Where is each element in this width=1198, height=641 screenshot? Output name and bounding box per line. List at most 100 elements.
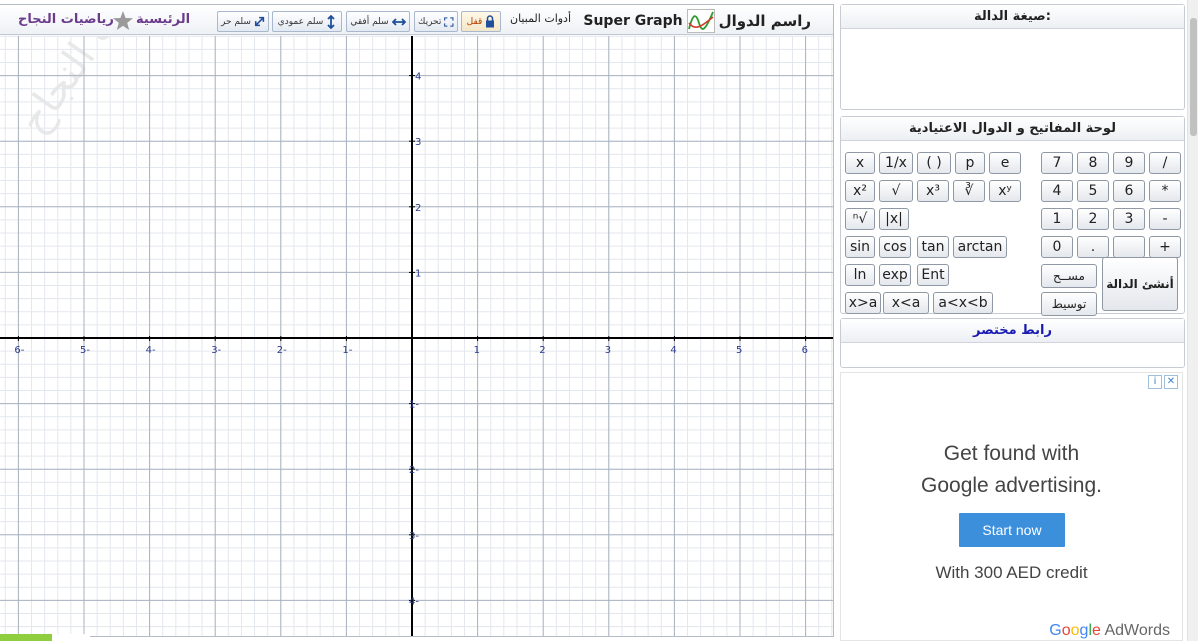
number-key[interactable]: 6: [1113, 180, 1145, 202]
function-key[interactable]: ∛: [953, 180, 985, 202]
number-key[interactable]: 5: [1077, 180, 1109, 202]
lock-label: قفل: [466, 16, 483, 27]
number-key[interactable]: /: [1149, 152, 1181, 174]
number-key[interactable]: 1: [1041, 208, 1073, 230]
x-tick-label: 2-: [277, 345, 287, 356]
formula-display[interactable]: [841, 29, 1184, 109]
y-tick-label: 4: [415, 72, 421, 83]
function-key[interactable]: x>a: [845, 292, 881, 314]
x-tick-label: 2: [539, 345, 545, 356]
function-key[interactable]: exp: [879, 264, 911, 286]
y-tick-label: 1: [415, 268, 421, 279]
function-key[interactable]: ⁿ√: [845, 208, 875, 230]
horizontal-arrow-icon: [391, 17, 406, 26]
lock-icon: [486, 15, 495, 28]
app-brand: Super Graph راسم الدوال: [583, 9, 811, 33]
x-tick-label: 1: [474, 345, 480, 356]
number-key[interactable]: 9: [1113, 152, 1145, 174]
google-wordmark: Google: [1049, 622, 1101, 639]
function-key[interactable]: ln: [845, 264, 875, 286]
number-key[interactable]: 4: [1041, 180, 1073, 202]
function-key[interactable]: √: [879, 180, 913, 202]
home-link[interactable]: الرئيسية: [136, 12, 190, 27]
number-key[interactable]: *: [1149, 180, 1181, 202]
coordinate-grid: 6- 5- 4- 3- 2- 1- 1 2 3 4 5 6 4 3 2 1 1- 2- 3- 4-: [0, 36, 833, 636]
app-root: رياضيات النجاح الرئيسية سلم حر سلم عمودي…: [0, 0, 1198, 641]
function-key[interactable]: a<x<b: [933, 292, 993, 314]
y-tick-label: 4-: [409, 596, 419, 607]
function-key[interactable]: tan: [917, 236, 949, 258]
function-key[interactable]: 1/x: [879, 152, 913, 174]
clear-button[interactable]: مســح: [1041, 264, 1097, 288]
number-key[interactable]: 3: [1113, 208, 1145, 230]
number-key[interactable]: 2: [1077, 208, 1109, 230]
x-tick-label: 4: [670, 345, 676, 356]
number-key[interactable]: 0: [1041, 236, 1073, 258]
function-key[interactable]: sin: [845, 236, 875, 258]
x-tick-label: 3-: [211, 345, 221, 356]
horizontal-scale-label: سلم أفقي: [350, 16, 389, 27]
free-scale-label: سلم حر: [221, 16, 251, 27]
keypad-panel-title: لوحة المفاتيح و الدوال الاعتيادية: [841, 117, 1184, 141]
number-key[interactable]: +: [1149, 236, 1181, 258]
graph-tools-label: أدوات المبيان: [510, 12, 572, 25]
vertical-scale-button[interactable]: سلم عمودي: [272, 11, 342, 32]
x-tick-label: 6: [802, 345, 808, 356]
bottom-ad-bar: [0, 634, 52, 641]
move-button[interactable]: تحريك: [414, 11, 458, 32]
function-key[interactable]: p: [955, 152, 985, 174]
short-link-panel: رابط مختصر: [840, 318, 1185, 368]
adwords-logo: Google AdWords: [1049, 622, 1170, 640]
expand-icon: [444, 16, 454, 27]
brand-english: Super Graph: [583, 13, 683, 29]
short-link-title[interactable]: رابط مختصر: [841, 319, 1184, 343]
lock-button[interactable]: قفل: [461, 11, 501, 32]
function-key[interactable]: |x|: [879, 208, 909, 230]
formula-panel-title: صيغة الدالة:: [841, 5, 1184, 29]
scrollbar-thumb[interactable]: [1190, 18, 1197, 136]
site-link[interactable]: رياضيات النجاح: [18, 12, 114, 27]
x-tick-label: 4-: [146, 345, 156, 356]
function-key[interactable]: x: [845, 152, 875, 174]
ad-start-button[interactable]: Start now: [959, 513, 1065, 547]
page-scrollbar[interactable]: [1187, 0, 1198, 641]
function-key[interactable]: x²: [845, 180, 875, 202]
x-tick-label: 1-: [342, 345, 352, 356]
y-tick-label: 2-: [409, 465, 419, 476]
function-key[interactable]: ( ): [917, 152, 951, 174]
bottom-ad-strip: [0, 634, 90, 641]
ad-headline-line-2: Google advertising.: [921, 474, 1102, 497]
create-function-button[interactable]: أنشئ الدالة: [1102, 257, 1178, 311]
ad-credit-text: With 300 AED credit: [935, 563, 1088, 582]
function-key[interactable]: x³: [917, 180, 949, 202]
function-key[interactable]: x<a: [883, 292, 929, 314]
keypad-body: x 1/x( ) p e x² √ x³ ∛ xʸ ⁿ√ |x| sin cos tan arctan ln e…: [841, 141, 1184, 316]
y-tick-label: 1-: [409, 400, 419, 411]
function-key[interactable]: cos: [879, 236, 911, 258]
y-tick-label: 3: [415, 137, 421, 148]
center-button[interactable]: توسيط: [1041, 292, 1097, 316]
info-icon[interactable]: i: [1148, 375, 1162, 389]
diagonal-arrow-icon: [254, 16, 265, 27]
ad-badge[interactable]: i ✕: [1148, 375, 1178, 389]
plot-area[interactable]: رياضيات النجاح 6-5-4-3-2-1-12345643211-2…: [0, 36, 833, 636]
function-key[interactable]: e: [989, 152, 1021, 174]
number-key[interactable]: .: [1077, 236, 1109, 258]
number-key[interactable]: 7: [1041, 152, 1073, 174]
number-key[interactable]: 8: [1077, 152, 1109, 174]
number-key[interactable]: [1113, 236, 1145, 258]
graph-panel: رياضيات النجاح الرئيسية سلم حر سلم عمودي…: [0, 4, 834, 637]
free-scale-button[interactable]: سلم حر: [217, 11, 269, 32]
x-tick-label: 6-: [14, 345, 24, 356]
close-icon[interactable]: ✕: [1164, 375, 1178, 389]
ad-banner[interactable]: i ✕ Get found with Google advertising. S…: [840, 372, 1183, 641]
horizontal-scale-button[interactable]: سلم أفقي: [346, 11, 410, 32]
move-label: تحريك: [418, 16, 442, 27]
function-key[interactable]: arctan: [953, 236, 1007, 258]
y-tick-label: 3-: [409, 531, 419, 542]
y-tick-label: 2: [415, 203, 421, 214]
function-key[interactable]: Ent: [917, 264, 949, 286]
function-key[interactable]: xʸ: [989, 180, 1021, 202]
number-key[interactable]: -: [1149, 208, 1181, 230]
x-tick-label: 5: [736, 345, 742, 356]
